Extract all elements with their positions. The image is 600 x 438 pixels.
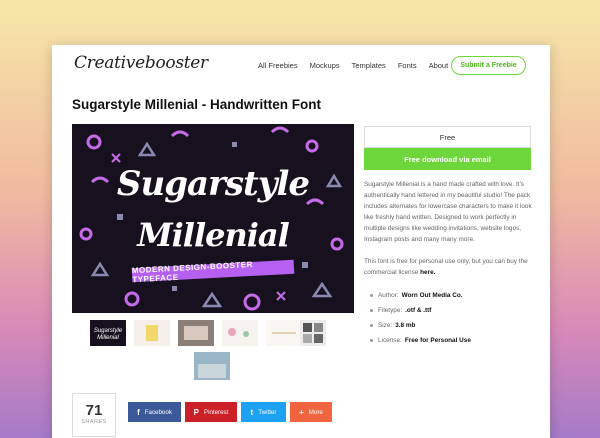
submit-freebie-button[interactable]: Submit a Freebie — [451, 56, 526, 75]
nav-item-about[interactable]: About — [429, 61, 449, 70]
thumbnail[interactable]: Sugarstyle Millenial — [90, 320, 126, 346]
facebook-icon: f — [137, 407, 140, 417]
meta-filetype: Filetype: .otf & .ttf — [370, 303, 471, 318]
share-buttons: f Facebook P Pinterest t Twitter + More — [128, 402, 332, 422]
page-title: Sugarstyle Millenial - Handwritten Font — [72, 97, 322, 112]
thumbnail[interactable] — [134, 320, 170, 346]
nav-item-templates[interactable]: Templates — [352, 61, 386, 70]
thumbnail[interactable] — [266, 320, 302, 346]
site-header: Creativebooster All Freebies Mockups Tem… — [52, 45, 550, 87]
hero-title-line2: Millenial — [137, 216, 290, 254]
share-pinterest-button[interactable]: P Pinterest — [185, 402, 237, 422]
hero-title-line1: Sugarstyle — [116, 164, 310, 204]
svg-text:Millenial: Millenial — [97, 335, 119, 341]
site-logo[interactable]: Creativebooster — [74, 53, 208, 73]
main-nav: All Freebies Mockups Templates Fonts Abo… — [258, 61, 460, 70]
license-note-text: This font is free for personal use only,… — [364, 258, 528, 276]
nav-item-mockups[interactable]: Mockups — [310, 61, 340, 70]
plus-icon: + — [299, 407, 304, 417]
content-card: Creativebooster All Freebies Mockups Tem… — [52, 45, 550, 438]
thumbnail[interactable] — [178, 320, 214, 346]
share-facebook-button[interactable]: f Facebook — [128, 402, 181, 422]
hero-image[interactable]: Sugarstyle Millenial MODERN DESIGN-BOOST… — [72, 124, 354, 313]
share-count: 71 — [85, 402, 103, 419]
description-text: Sugarstyle Millenial is a hand made craf… — [364, 181, 532, 243]
twitter-icon: t — [250, 407, 254, 417]
meta-size: Size: 3.8 mb — [370, 318, 471, 333]
share-counter: 71 SHARES — [72, 393, 116, 437]
pinterest-icon: P — [193, 407, 199, 417]
svg-text:Sugarstyle: Sugarstyle — [94, 328, 123, 334]
nav-item-all-freebies[interactable]: All Freebies — [258, 61, 298, 70]
share-more-button[interactable]: + More — [290, 402, 332, 422]
share-twitter-button[interactable]: t Twitter — [241, 402, 286, 422]
price-label: Free — [364, 126, 531, 148]
meta-list: Author: Worn Out Media Co. Filetype: .otf … — [370, 288, 471, 348]
share-count-label: SHARES — [81, 419, 107, 425]
nav-item-fonts[interactable]: Fonts — [398, 61, 417, 70]
meta-license: License: Free for Personal Use — [370, 333, 471, 348]
license-note: This font is free for personal use only,… — [364, 256, 532, 278]
download-button[interactable]: Free download via email — [364, 148, 531, 170]
thumbnail[interactable] — [194, 352, 230, 380]
license-link[interactable]: here. — [420, 269, 435, 276]
thumbnail[interactable] — [222, 320, 258, 346]
thumbnail[interactable] — [300, 320, 326, 346]
meta-author: Author: Worn Out Media Co. — [370, 288, 471, 303]
